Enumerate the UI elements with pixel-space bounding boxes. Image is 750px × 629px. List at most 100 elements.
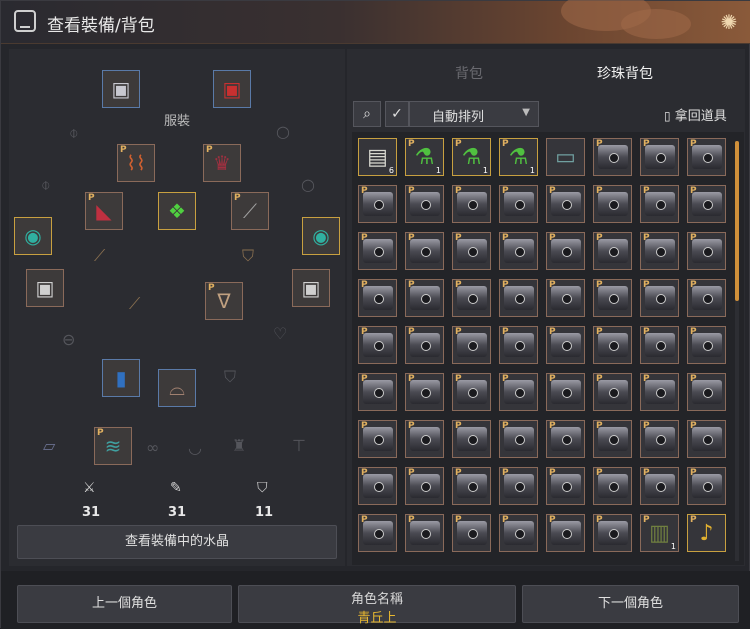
pearl-chest-item[interactable]: P — [499, 514, 538, 552]
pearl-chest-item[interactable]: P — [640, 185, 679, 223]
pearl-chest-item[interactable]: P — [499, 420, 538, 458]
sort-dropdown[interactable]: 自動排列 ▼ — [409, 101, 539, 127]
pearl-chest-item[interactable]: P — [499, 467, 538, 505]
pearl-chest-item[interactable]: P — [452, 373, 491, 411]
scroll-item[interactable]: ▤ 6 — [358, 138, 397, 176]
armor-secondary-slot[interactable]: ▣ — [292, 269, 330, 307]
pearl-chest-item[interactable]: P — [687, 467, 726, 505]
pearl-chest-item[interactable]: P — [546, 185, 585, 223]
pearl-chest-item[interactable]: P — [687, 232, 726, 270]
pearl-chest-item[interactable]: P — [405, 232, 444, 270]
pearl-chest-item[interactable]: P — [405, 373, 444, 411]
right-earring-slot[interactable]: ◉ — [302, 217, 340, 255]
pearl-chest-item[interactable]: P — [405, 279, 444, 317]
weapon-costume-slot[interactable]: P ⟋ — [231, 192, 269, 230]
pearl-chest-item[interactable]: P — [358, 420, 397, 458]
pearl-chest-item[interactable]: P — [593, 232, 632, 270]
pearl-chest-item[interactable]: P — [593, 420, 632, 458]
keychain-slot[interactable]: ▮ — [102, 359, 140, 397]
green-potion-item[interactable]: ⚗ P 1 — [452, 138, 491, 176]
pearl-chest-item[interactable]: P — [358, 514, 397, 552]
pearl-chest-item[interactable]: P — [452, 467, 491, 505]
pearl-chest-item[interactable]: P — [640, 138, 679, 176]
pearl-chest-item[interactable]: P — [358, 279, 397, 317]
headgear-slot[interactable]: P ⌇⌇ — [117, 144, 155, 182]
pearl-chest-item[interactable]: P — [640, 279, 679, 317]
pearl-chest-item[interactable]: P — [452, 326, 491, 364]
pearl-chest-item[interactable]: P — [499, 232, 538, 270]
pearl-chest-item[interactable]: P — [452, 514, 491, 552]
character-name-box: 角色名稱 青丘上 — [238, 585, 516, 626]
pearl-chest-item[interactable]: P — [405, 467, 444, 505]
pearl-chest-item[interactable]: P — [452, 279, 491, 317]
pearl-chest-item[interactable]: P — [405, 420, 444, 458]
pearl-chest-item[interactable]: P — [405, 326, 444, 364]
pearl-chest-item[interactable]: P — [593, 279, 632, 317]
auto-sort-checkbox[interactable]: ✓ — [385, 101, 409, 127]
pearl-chest-item[interactable]: P — [593, 467, 632, 505]
pearl-chest-item[interactable]: P — [358, 232, 397, 270]
pearl-chest-item[interactable]: P — [452, 420, 491, 458]
pearl-chest-item[interactable]: P — [546, 514, 585, 552]
pearl-chest-item[interactable]: P — [405, 185, 444, 223]
pearl-chest-item[interactable]: P — [358, 326, 397, 364]
pearl-chest-item[interactable]: P — [499, 373, 538, 411]
costume-accessory-slot[interactable]: P ♛ — [203, 144, 241, 182]
map-scroll-item[interactable]: ▭ — [546, 138, 585, 176]
left-earring-slot[interactable]: ◉ — [14, 217, 52, 255]
pearl-chest-item[interactable]: P — [546, 326, 585, 364]
pearl-chest-item[interactable]: P — [593, 373, 632, 411]
underwear-slot[interactable]: Pᐁ — [205, 282, 243, 320]
crystal-slot[interactable]: ❖ — [158, 192, 196, 230]
pearl-chest-item[interactable]: P — [687, 185, 726, 223]
pearl-chest-item[interactable]: P — [687, 279, 726, 317]
prev-character-button[interactable]: 上一個角色 — [17, 585, 232, 623]
pearl-chest-item[interactable]: P — [687, 373, 726, 411]
pearl-chest-item[interactable]: P — [452, 232, 491, 270]
pearl-chest-item[interactable]: P — [640, 326, 679, 364]
pearl-chest-item[interactable]: P — [499, 326, 538, 364]
inventory-scrollbar[interactable] — [735, 141, 739, 561]
scrollbar-thumb[interactable] — [735, 141, 739, 301]
tab-bag[interactable]: 背包 — [455, 63, 483, 83]
pearl-chest-item[interactable]: P — [546, 373, 585, 411]
costume-outfit-slot[interactable]: ▣ — [213, 70, 251, 108]
next-character-button[interactable]: 下一個角色 — [522, 585, 739, 623]
pearl-chest-item[interactable]: P — [499, 279, 538, 317]
pearl-chest-item[interactable]: P — [687, 420, 726, 458]
pearl-chest-item[interactable]: P — [593, 185, 632, 223]
pet-slot[interactable]: P ≋ — [94, 427, 132, 465]
retrieve-items-button[interactable]: ▯ 拿回道具 — [664, 105, 727, 124]
pearl-chest-item[interactable]: P — [546, 467, 585, 505]
pearl-chest-item[interactable]: P — [405, 514, 444, 552]
pearl-chest-item[interactable]: P — [687, 326, 726, 364]
view-crystals-button[interactable]: 查看裝備中的水晶 — [17, 525, 337, 559]
pearl-chest-item[interactable]: P — [593, 138, 632, 176]
pearl-chest-item[interactable]: P — [452, 185, 491, 223]
pearl-chest-item[interactable]: P — [593, 514, 632, 552]
pearl-chest-item[interactable]: P — [640, 373, 679, 411]
green-potion-item[interactable]: ⚗ P 1 — [499, 138, 538, 176]
pearl-chest-item[interactable]: P — [640, 420, 679, 458]
shoes-slot[interactable]: P ◣ — [85, 192, 123, 230]
pearl-chest-item[interactable]: P — [499, 185, 538, 223]
tab-pearl-bag[interactable]: 珍珠背包 — [597, 63, 653, 83]
pearl-chest-item[interactable]: P — [593, 326, 632, 364]
close-icon[interactable]: ✺ — [717, 10, 741, 34]
fan-slot[interactable]: ⌓ — [158, 369, 196, 407]
armor-slot[interactable]: ▣ — [26, 269, 64, 307]
pearl-chest-item[interactable]: P — [640, 232, 679, 270]
pearl-chest-item[interactable]: P — [358, 373, 397, 411]
pearl-chest-item[interactable]: P — [687, 138, 726, 176]
pearl-chest-item[interactable]: P — [358, 467, 397, 505]
pearl-chest-item[interactable]: P — [546, 420, 585, 458]
pearl-chest-item[interactable]: P — [358, 185, 397, 223]
search-button[interactable]: ⌕ — [353, 101, 381, 127]
pearl-chest-item[interactable]: P — [546, 279, 585, 317]
costume-armor-slot[interactable]: ▣ — [102, 70, 140, 108]
gold-horn-item[interactable]: ♪ P — [687, 514, 726, 552]
green-book-item[interactable]: ▥ P 1 — [640, 514, 679, 552]
green-potion-item[interactable]: ⚗ P 1 — [405, 138, 444, 176]
pearl-chest-item[interactable]: P — [546, 232, 585, 270]
pearl-chest-item[interactable]: P — [640, 467, 679, 505]
